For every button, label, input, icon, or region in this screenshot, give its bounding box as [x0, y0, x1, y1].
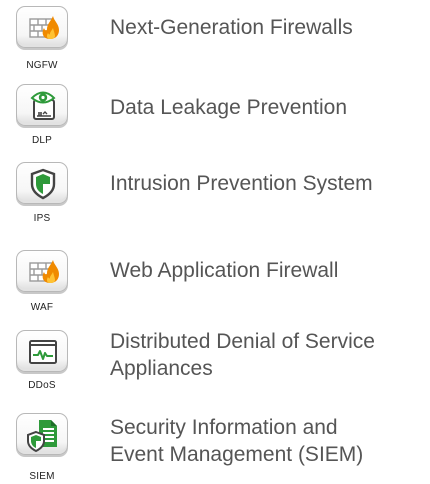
dlp-tile[interactable] — [16, 84, 68, 126]
abbr-label: IPS — [33, 213, 51, 224]
shield-document-icon — [27, 420, 57, 453]
waf-tile[interactable] — [16, 250, 68, 292]
ngfw-tile[interactable] — [16, 6, 68, 48]
item-title: Next-Generation Firewalls — [110, 16, 353, 39]
item-title: Data Leakage Prevention — [110, 96, 347, 119]
abbr-label: WAF — [30, 302, 54, 313]
abbr-label: DLP — [31, 135, 53, 146]
item-title-line1: Security Information and — [110, 416, 338, 439]
abbr-label: NGFW — [26, 60, 58, 71]
item-title-line2: Event Management (SIEM) — [110, 443, 364, 466]
pulse-monitor-icon — [29, 340, 57, 364]
abbr-label: SIEM — [29, 471, 55, 482]
firewall-flame-icon — [29, 16, 59, 39]
eye-document-icon — [30, 91, 56, 120]
ddos-tile[interactable] — [16, 330, 68, 372]
item-title: Web Application Firewall — [110, 259, 339, 282]
item-title-line2: Appliances — [110, 357, 213, 380]
item-title-line1: Distributed Denial of Service — [110, 330, 375, 353]
siem-tile[interactable] — [16, 413, 68, 455]
item-title: Intrusion Prevention System — [110, 172, 373, 195]
firewall-flame-icon — [29, 260, 59, 283]
ips-tile[interactable] — [16, 162, 68, 204]
abbr-label: DDoS — [28, 380, 56, 391]
shield-icon — [30, 168, 56, 200]
